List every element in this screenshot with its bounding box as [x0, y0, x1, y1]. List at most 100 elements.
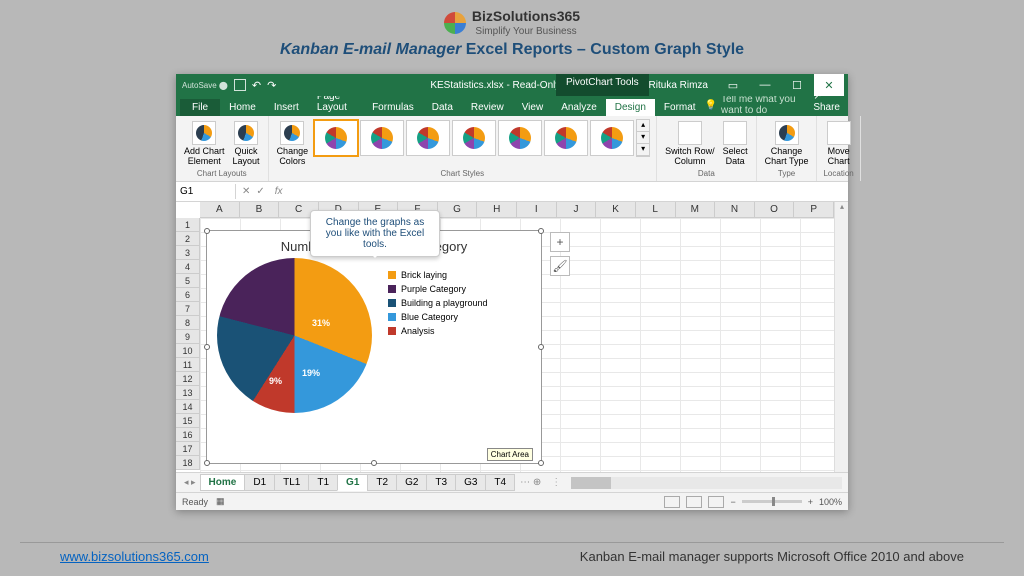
change-colors-button[interactable]: Change Colors	[275, 119, 311, 169]
enter-formula-icon[interactable]: ✓	[256, 186, 264, 197]
chart-styles-button[interactable]: 🖌	[550, 256, 570, 276]
footer-link[interactable]: www.bizsolutions365.com	[60, 549, 209, 564]
brand-logo-icon	[444, 12, 466, 34]
chart-tooltip: Chart Area	[487, 448, 533, 461]
tab-analyze[interactable]: Analyze	[552, 99, 606, 116]
brand-tagline: Simplify Your Business	[472, 26, 580, 37]
column-headers[interactable]: ABCDEFGHIJKLMNOP	[200, 202, 834, 218]
name-box[interactable]: G1	[176, 184, 236, 199]
pie-chart[interactable]: 31% 19% 9%	[217, 258, 372, 413]
tab-view[interactable]: View	[513, 99, 553, 116]
close-button[interactable]: ✕	[814, 74, 844, 96]
resize-handle[interactable]	[538, 228, 544, 234]
group-label-styles: Chart Styles	[441, 169, 485, 178]
vertical-scrollbar[interactable]	[834, 202, 848, 472]
sheet-tab-T4[interactable]: T4	[485, 474, 515, 491]
status-ready: Ready	[182, 497, 208, 507]
page-break-view-button[interactable]	[708, 496, 724, 508]
undo-icon[interactable]: ↶	[252, 79, 261, 92]
worksheet-area[interactable]: ABCDEFGHIJKLMNOP 12345678910111213141516…	[176, 202, 848, 472]
sheet-tab-Home[interactable]: Home	[200, 474, 246, 491]
resize-handle[interactable]	[371, 460, 377, 466]
footer-text: Kanban E-mail manager supports Microsoft…	[580, 549, 964, 564]
autosave-toggle[interactable]: AutoSave ⬤	[182, 81, 228, 90]
style-thumb-6[interactable]	[544, 120, 588, 156]
chart-styles-gallery[interactable]: ▴▾▾	[314, 119, 650, 157]
add-sheet-button[interactable]: ⋯ ⊕	[514, 475, 547, 490]
select-data-button[interactable]: Select Data	[721, 119, 750, 169]
gallery-more-button[interactable]: ▴▾▾	[636, 119, 650, 157]
switch-row-column-button[interactable]: Switch Row/ Column	[663, 119, 717, 169]
resize-handle[interactable]	[538, 344, 544, 350]
chart-legend[interactable]: Brick layingPurple CategoryBuilding a pl…	[372, 258, 488, 413]
redo-icon[interactable]: ↷	[267, 79, 276, 92]
tab-home[interactable]: Home	[220, 99, 265, 116]
style-thumb-1[interactable]	[314, 120, 358, 156]
macro-record-icon[interactable]: ▦	[216, 496, 225, 507]
zoom-slider[interactable]	[742, 500, 802, 503]
tab-formulas[interactable]: Formulas	[363, 99, 423, 116]
formula-bar: G1 ✕ ✓ fx	[176, 182, 848, 202]
ribbon-options-icon[interactable]: ▭	[718, 74, 748, 96]
add-chart-element-button[interactable]: Add Chart Element	[182, 119, 227, 169]
sheet-tab-G2[interactable]: G2	[396, 474, 427, 491]
style-thumb-2[interactable]	[360, 120, 404, 156]
slide-title: Kanban E-mail Manager Excel Reports – Cu…	[0, 41, 1024, 59]
save-icon[interactable]	[234, 79, 246, 91]
minimize-button[interactable]: —	[750, 74, 780, 96]
instruction-callout: Change the graphs as you like with the E…	[310, 210, 440, 257]
brand-name: BizSolutions365	[472, 8, 580, 24]
style-thumb-3[interactable]	[406, 120, 450, 156]
slice-label: 31%	[312, 318, 330, 328]
sheet-tab-TL1[interactable]: TL1	[274, 474, 309, 491]
titlebar: AutoSave ⬤ ↶ ↷ KEStatistics.xlsx - Read-…	[176, 74, 848, 96]
user-name[interactable]: Rituka Rimza	[649, 80, 708, 91]
group-label-layouts: Chart Layouts	[197, 169, 247, 178]
maximize-button[interactable]: ☐	[782, 74, 812, 96]
sheet-tab-G3[interactable]: G3	[455, 474, 486, 491]
ribbon: Add Chart Element Quick Layout Chart Lay…	[176, 116, 848, 182]
tab-format[interactable]: Format	[655, 99, 705, 116]
sheet-tabs-bar: ◂ ▸ HomeD1TL1T1G1T2G2T3G3T4 ⋯ ⊕ ⋮	[176, 472, 848, 492]
zoom-level[interactable]: 100%	[819, 497, 842, 507]
row-headers[interactable]: 123456789101112131415161718	[176, 218, 200, 470]
slice-label: 9%	[269, 376, 282, 386]
change-chart-type-button[interactable]: Change Chart Type	[763, 119, 811, 169]
move-chart-button[interactable]: Move Chart	[825, 119, 853, 169]
excel-window: AutoSave ⬤ ↶ ↷ KEStatistics.xlsx - Read-…	[176, 74, 848, 510]
fx-icon[interactable]: fx	[271, 186, 287, 197]
resize-handle[interactable]	[204, 460, 210, 466]
style-thumb-4[interactable]	[452, 120, 496, 156]
tab-design[interactable]: Design	[606, 99, 655, 116]
style-thumb-5[interactable]	[498, 120, 542, 156]
tab-insert[interactable]: Insert	[265, 99, 308, 116]
zoom-in-button[interactable]: +	[808, 497, 813, 507]
group-label-type: Type	[778, 169, 795, 178]
status-bar: Ready ▦ − + 100%	[176, 492, 848, 510]
cell-grid[interactable]: Change the graphs as you like with the E…	[200, 218, 834, 472]
tab-data[interactable]: Data	[423, 99, 462, 116]
quick-layout-button[interactable]: Quick Layout	[231, 119, 262, 169]
cancel-formula-icon[interactable]: ✕	[242, 186, 250, 197]
tab-file[interactable]: File	[180, 99, 220, 116]
resize-handle[interactable]	[204, 344, 210, 350]
chart-elements-button[interactable]: +	[550, 232, 570, 252]
sheet-tab-T3[interactable]: T3	[426, 474, 456, 491]
style-thumb-7[interactable]	[590, 120, 634, 156]
page-layout-view-button[interactable]	[686, 496, 702, 508]
zoom-out-button[interactable]: −	[730, 497, 735, 507]
group-label-location: Location	[823, 169, 853, 178]
sheet-tab-T2[interactable]: T2	[367, 474, 397, 491]
sheet-tab-T1[interactable]: T1	[308, 474, 338, 491]
ribbon-tabs: File Home Insert Page Layout Formulas Da…	[176, 96, 848, 116]
tab-review[interactable]: Review	[462, 99, 513, 116]
horizontal-scrollbar[interactable]	[571, 477, 842, 489]
group-label-data: Data	[698, 169, 715, 178]
tab-nav-prev[interactable]: ◂ ▸	[180, 477, 200, 488]
resize-handle[interactable]	[204, 228, 210, 234]
sheet-tab-G1[interactable]: G1	[337, 474, 368, 491]
resize-handle[interactable]	[538, 460, 544, 466]
normal-view-button[interactable]	[664, 496, 680, 508]
sheet-tab-D1[interactable]: D1	[244, 474, 275, 491]
tell-me-search[interactable]: 💡 Tell me what you want to do	[705, 94, 806, 116]
